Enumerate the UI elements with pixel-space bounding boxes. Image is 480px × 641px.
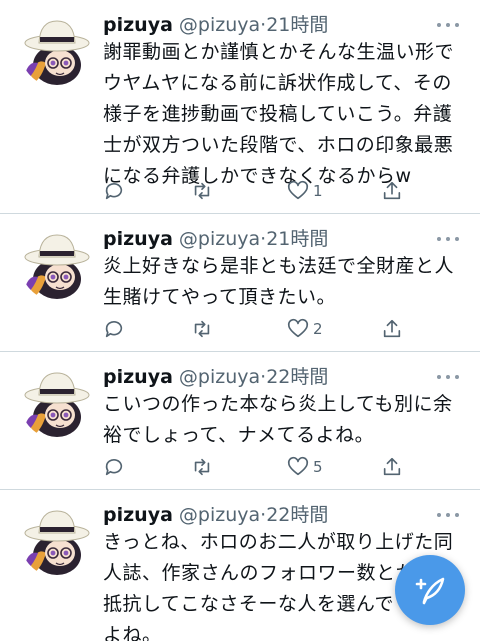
- avatar-illustration: [20, 227, 94, 301]
- tweet-text: 謝罪動画とか謹慎とかそんな生温い形で ウヤムヤになる前に訴状作成して、その 様子…: [103, 37, 463, 192]
- share-icon: [383, 319, 401, 338]
- share-button[interactable]: [381, 316, 403, 342]
- tweet[interactable]: pizuya @pizuya·21時間 炎上好きなら是非とも法廷で全財産と人 生賭…: [0, 214, 480, 350]
- like-button[interactable]: 5: [287, 454, 323, 480]
- more-icon[interactable]: [433, 15, 463, 35]
- retweet-icon: [194, 182, 210, 200]
- user-handle[interactable]: @pizuya: [179, 504, 260, 526]
- like-count: 2: [313, 320, 323, 338]
- like-button[interactable]: 1: [287, 178, 323, 204]
- like-count: 5: [313, 458, 323, 476]
- retweet-icon: [194, 320, 210, 338]
- tweet-actions: 2: [103, 316, 403, 342]
- retweet-button[interactable]: [191, 454, 213, 480]
- tweet-text-line: きっとね、ホロのお二人が取り上げた同: [103, 531, 454, 553]
- tweet-text: 炎上好きなら是非とも法廷で全財産と人 生賭けてやって頂きたい。: [103, 251, 463, 313]
- timestamp[interactable]: ·22時間: [260, 504, 328, 526]
- tweet-text: こいつの作った本なら炎上しても別に余 裕でしょって、ナメてるよね。: [103, 389, 463, 451]
- tweet-text-line: よね。: [103, 624, 162, 641]
- avatar-illustration: [20, 365, 94, 439]
- tweet-header: pizuya @pizuya·22時間: [103, 502, 328, 528]
- reply-icon: [105, 458, 123, 476]
- tweet-header: pizuya @pizuya·21時間: [103, 12, 328, 38]
- tweet-text-line: 士が双方ついた段階で、ホロの印象最悪: [103, 134, 454, 156]
- display-name[interactable]: pizuya: [103, 14, 173, 36]
- retweet-icon: [194, 458, 210, 476]
- like-icon: [287, 180, 309, 200]
- tweet-text-line: 生賭けてやって頂きたい。: [103, 286, 337, 308]
- more-icon[interactable]: [433, 367, 463, 387]
- user-handle[interactable]: @pizuya: [179, 366, 260, 388]
- tweet[interactable]: pizuya @pizuya·22時間 こいつの作った本なら炎上しても別に余 裕で…: [0, 352, 480, 488]
- avatar[interactable]: [20, 227, 94, 301]
- display-name[interactable]: pizuya: [103, 504, 173, 526]
- reply-icon: [105, 320, 123, 338]
- share-button[interactable]: [381, 178, 403, 204]
- user-handle[interactable]: @pizuya: [179, 228, 260, 250]
- more-icon[interactable]: [433, 229, 463, 249]
- display-name[interactable]: pizuya: [103, 366, 173, 388]
- tweet-text-line: こいつの作った本なら炎上しても別に余: [103, 393, 453, 415]
- tweet-actions: 1: [103, 178, 403, 204]
- tweet-text-line: ウヤムヤになる前に訴状作成して、その: [103, 72, 452, 94]
- tweet[interactable]: pizuya @pizuya·21時間 謝罪動画とか謹慎とかそんな生温い形で ウヤ…: [0, 0, 480, 212]
- tweet-header: pizuya @pizuya·21時間: [103, 226, 328, 252]
- like-icon: [287, 318, 309, 338]
- more-icon[interactable]: [433, 505, 463, 525]
- avatar[interactable]: [20, 365, 94, 439]
- timestamp[interactable]: ·21時間: [260, 228, 328, 250]
- compose-tweet-button[interactable]: [395, 555, 465, 625]
- share-icon: [383, 457, 401, 476]
- tweet-text-line: 謝罪動画とか謹慎とかそんな生温い形で: [103, 41, 455, 63]
- user-handle[interactable]: @pizuya: [179, 14, 260, 36]
- timestamp[interactable]: ·21時間: [260, 14, 328, 36]
- tweet-text-line: 炎上好きなら是非とも法廷で全財産と人: [103, 255, 455, 277]
- like-count: 1: [313, 182, 323, 200]
- retweet-button[interactable]: [191, 178, 213, 204]
- retweet-button[interactable]: [191, 316, 213, 342]
- tweet-header: pizuya @pizuya·22時間: [103, 364, 328, 390]
- avatar[interactable]: [20, 503, 94, 577]
- like-button[interactable]: 2: [287, 316, 323, 342]
- like-icon: [287, 456, 309, 476]
- reply-button[interactable]: [103, 454, 125, 480]
- avatar[interactable]: [20, 13, 94, 87]
- reply-button[interactable]: [103, 316, 125, 342]
- display-name[interactable]: pizuya: [103, 228, 173, 250]
- tweet-text-line: 裕でしょって、ナメてるよね。: [103, 424, 375, 446]
- tweet-actions: 5: [103, 454, 403, 480]
- avatar-illustration: [20, 13, 94, 87]
- share-icon: [383, 181, 401, 200]
- share-button[interactable]: [381, 454, 403, 480]
- avatar-illustration: [20, 503, 94, 577]
- tweet-text-line: 様子を進捗動画で投稿していこう。弁護: [103, 103, 453, 125]
- reply-icon: [105, 182, 123, 200]
- compose-icon: [415, 577, 445, 605]
- reply-button[interactable]: [103, 178, 125, 204]
- timestamp[interactable]: ·22時間: [260, 366, 328, 388]
